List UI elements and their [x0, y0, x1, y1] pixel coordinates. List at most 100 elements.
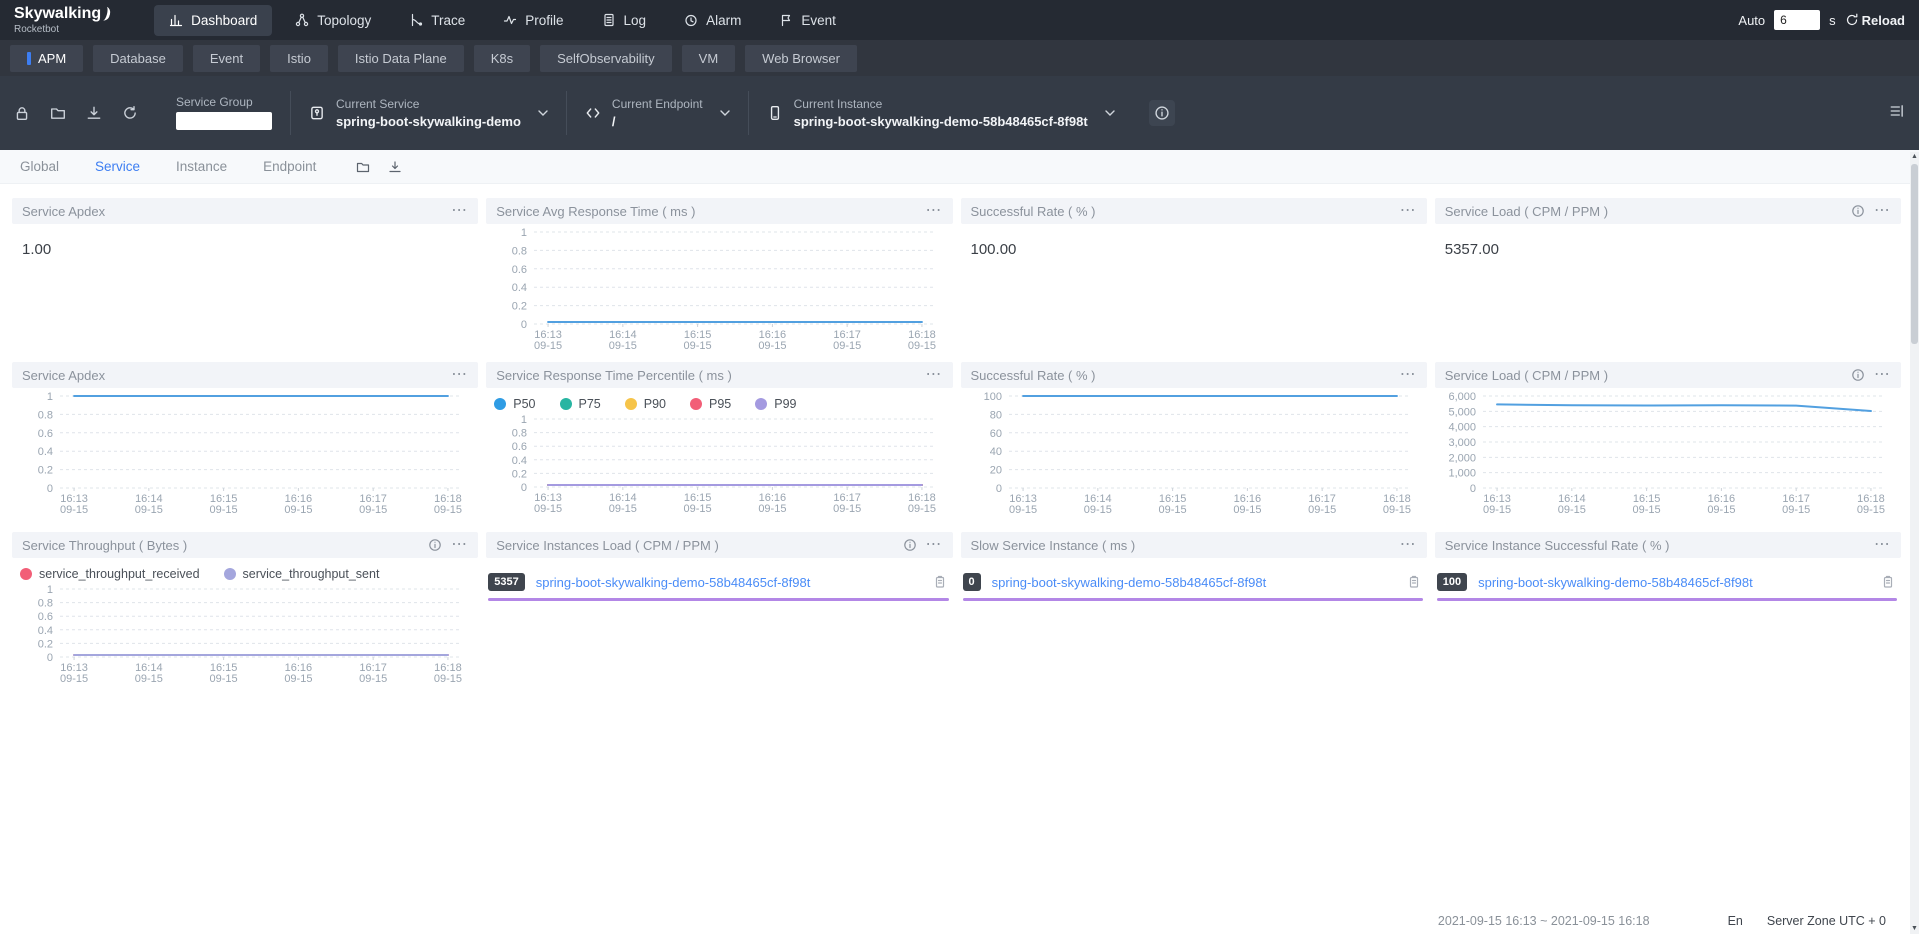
copy-icon[interactable]	[933, 575, 947, 589]
card-title: Service Apdex	[22, 204, 451, 219]
current-service-block: Current Service spring-boot-skywalking-d…	[290, 91, 566, 135]
card-menu-button[interactable]: ⋯	[926, 207, 943, 215]
current-service-value[interactable]: spring-boot-skywalking-demo	[336, 115, 521, 128]
line-chart: 10.80.60.40.2016:1309-1516:1409-1516:150…	[12, 390, 478, 518]
info-icon[interactable]	[1851, 368, 1865, 382]
top-navbar: Skywalking Rocketbot Dashboard Topology …	[0, 0, 1919, 40]
template-tab-label: Istio	[287, 51, 311, 66]
tab-endpoint[interactable]: Endpoint	[263, 159, 316, 174]
chevron-down-icon[interactable]	[538, 110, 548, 117]
sidebar-toggle-button[interactable]	[1889, 103, 1905, 124]
card-menu-button[interactable]: ⋯	[1874, 371, 1891, 379]
chevron-down-icon[interactable]	[1105, 110, 1115, 117]
template-tab-database[interactable]: Database	[93, 45, 183, 72]
chevron-down-icon[interactable]	[720, 110, 730, 117]
legend-item[interactable]: service_throughput_sent	[224, 567, 380, 581]
auto-unit: s	[1829, 13, 1836, 28]
svg-text:3,000: 3,000	[1448, 437, 1476, 449]
auto-interval-input[interactable]	[1774, 10, 1820, 30]
scroll-down-arrow[interactable]: ▼	[1910, 924, 1919, 934]
menu-item-event[interactable]: Event	[764, 5, 851, 36]
template-tab-selfobservability[interactable]: SelfObservability	[540, 45, 672, 72]
metric-value: 1.00	[12, 224, 478, 258]
card-menu-button[interactable]: ⋯	[451, 541, 468, 549]
legend-item[interactable]: P75	[560, 397, 601, 411]
svg-text:09-15: 09-15	[759, 503, 787, 515]
template-tab-event[interactable]: Event	[193, 45, 260, 72]
legend-item[interactable]: P90	[625, 397, 666, 411]
template-tab-web-browser[interactable]: Web Browser	[745, 45, 857, 72]
scroll-up-arrow[interactable]: ▲	[1910, 152, 1919, 162]
card-menu-button[interactable]: ⋯	[1400, 207, 1417, 215]
menu-item-profile[interactable]: Profile	[488, 5, 578, 36]
copy-icon[interactable]	[1407, 575, 1421, 589]
service-group-block: Service Group	[158, 91, 290, 135]
template-tab-apm[interactable]: APM	[10, 45, 83, 72]
refresh-icon[interactable]	[122, 105, 138, 121]
menu-item-alarm[interactable]: Alarm	[669, 5, 756, 36]
template-tab-k8s[interactable]: K8s	[474, 45, 530, 72]
language-selector[interactable]: En	[1728, 914, 1743, 928]
copy-icon[interactable]	[1881, 575, 1895, 589]
svg-text:80: 80	[989, 409, 1001, 421]
menu-item-dashboard[interactable]: Dashboard	[154, 5, 272, 36]
service-icon	[309, 105, 325, 121]
info-button[interactable]	[1149, 100, 1175, 126]
info-icon[interactable]	[428, 538, 442, 552]
card-menu-button[interactable]: ⋯	[451, 371, 468, 379]
info-icon[interactable]	[903, 538, 917, 552]
instance-link[interactable]: spring-boot-skywalking-demo-58b48465cf-8…	[536, 575, 922, 590]
card-menu-button[interactable]: ⋯	[1874, 207, 1891, 215]
reload-button[interactable]: Reload	[1845, 13, 1905, 28]
scrollbar[interactable]: ▲ ▼	[1910, 152, 1919, 934]
legend-dot-icon	[690, 398, 702, 410]
card-menu-button[interactable]: ⋯	[451, 207, 468, 215]
template-tab-label: K8s	[491, 51, 513, 66]
info-icon[interactable]	[1851, 204, 1865, 218]
tab-instance[interactable]: Instance	[176, 159, 227, 174]
folder-icon[interactable]	[50, 105, 66, 121]
card-menu-button[interactable]: ⋯	[1874, 541, 1891, 549]
svg-text:09-15: 09-15	[1483, 504, 1511, 516]
instance-link[interactable]: spring-boot-skywalking-demo-58b48465cf-8…	[1478, 575, 1870, 590]
legend-label: service_throughput_sent	[243, 567, 380, 581]
card-menu-button[interactable]: ⋯	[1400, 541, 1417, 549]
svg-text:09-15: 09-15	[135, 673, 163, 685]
logo[interactable]: Skywalking Rocketbot	[14, 6, 110, 35]
current-instance-value[interactable]: spring-boot-skywalking-demo-58b48465cf-8…	[794, 115, 1088, 128]
folder-icon[interactable]	[356, 160, 370, 174]
legend-item[interactable]: P95	[690, 397, 731, 411]
svg-text:09-15: 09-15	[1083, 504, 1111, 516]
legend-label: P95	[709, 397, 731, 411]
current-endpoint-value[interactable]: /	[612, 115, 703, 128]
instance-icon	[767, 105, 783, 121]
template-tab-vm[interactable]: VM	[682, 45, 736, 72]
legend-item[interactable]: P50	[494, 397, 535, 411]
current-endpoint-label: Current Endpoint	[612, 98, 703, 110]
tab-global[interactable]: Global	[20, 159, 59, 174]
card-header: Service Throughput ( Bytes ) ⋯	[12, 532, 478, 558]
legend-item[interactable]: P99	[755, 397, 796, 411]
card-menu-button[interactable]: ⋯	[1400, 371, 1417, 379]
menu-label: Dashboard	[191, 13, 257, 28]
svg-text:0: 0	[521, 319, 527, 331]
card-menu-button[interactable]: ⋯	[926, 541, 943, 549]
menu-item-log[interactable]: Log	[587, 5, 662, 36]
instance-link[interactable]: spring-boot-skywalking-demo-58b48465cf-8…	[992, 575, 1396, 590]
download-icon[interactable]	[388, 160, 402, 174]
service-group-input[interactable]	[176, 112, 272, 130]
tab-service[interactable]: Service	[95, 159, 140, 174]
svg-text:60: 60	[989, 428, 1001, 440]
menu-item-trace[interactable]: Trace	[394, 5, 480, 36]
legend-item[interactable]: service_throughput_received	[20, 567, 200, 581]
scroll-thumb[interactable]	[1911, 164, 1918, 344]
menu-item-topology[interactable]: Topology	[280, 5, 386, 36]
template-tab-istio-data-plane[interactable]: Istio Data Plane	[338, 45, 464, 72]
legend-dot-icon	[224, 568, 236, 580]
auto-refresh-controls: Auto s Reload	[1738, 10, 1905, 30]
template-tab-istio[interactable]: Istio	[270, 45, 328, 72]
lock-icon[interactable]	[14, 105, 30, 121]
download-icon[interactable]	[86, 105, 102, 121]
footer: 2021-09-15 16:13 ~ 2021-09-15 16:18 En S…	[0, 908, 1910, 934]
card-menu-button[interactable]: ⋯	[926, 371, 943, 379]
